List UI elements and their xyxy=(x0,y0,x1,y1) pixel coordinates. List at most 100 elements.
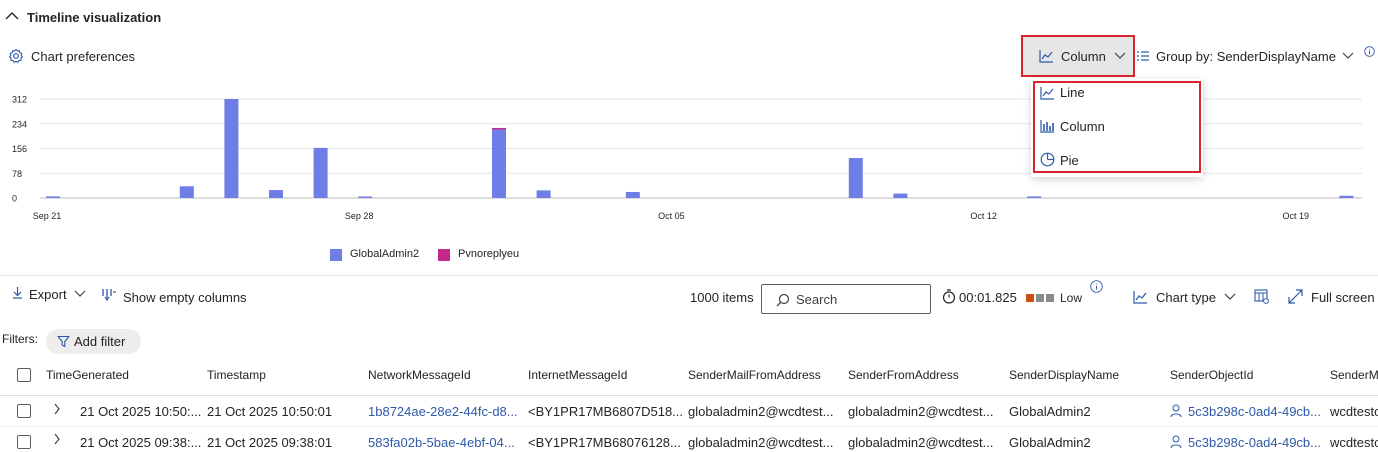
menu-item-line[interactable]: Line xyxy=(1031,79,1203,112)
column-header[interactable]: Timestamp xyxy=(207,368,266,382)
menu-item-line-label: Line xyxy=(1060,85,1085,100)
line-chart-icon xyxy=(1133,290,1148,304)
x-tick-label: Oct 19 xyxy=(1283,211,1310,221)
table-row[interactable]: 21 Oct 2025 10:50:... 21 Oct 2025 10:50:… xyxy=(0,396,1378,426)
search-box[interactable]: Search xyxy=(761,284,931,314)
group-list-icon xyxy=(1136,50,1150,62)
chevron-right-icon[interactable] xyxy=(53,433,61,445)
column-header[interactable]: TimeGenerated xyxy=(46,368,129,382)
chart-bar xyxy=(46,196,60,198)
expand-icon[interactable] xyxy=(1288,289,1303,304)
cell-senderdisplayname: GlobalAdmin2 xyxy=(1009,404,1091,419)
chart-bar xyxy=(492,129,506,198)
group-by-dropdown[interactable]: Group by: SenderDisplayName xyxy=(1156,49,1336,64)
menu-item-pie-label: Pie xyxy=(1060,153,1079,168)
pie-chart-icon xyxy=(1040,152,1055,167)
cell-sendermailfromdomain: wcdtesto xyxy=(1330,435,1378,450)
full-screen-button[interactable]: Full screen xyxy=(1311,290,1375,305)
show-columns-icon xyxy=(101,288,117,302)
search-icon xyxy=(776,293,790,307)
query-timer: 00:01.825 xyxy=(959,290,1017,305)
cell-senderobjectid[interactable]: 5c3b298c-0ad4-49cb... xyxy=(1188,404,1321,419)
menu-item-column[interactable]: Column xyxy=(1031,112,1203,145)
stopwatch-icon xyxy=(942,289,956,304)
y-tick-label: 234 xyxy=(12,119,27,129)
chart-bar xyxy=(269,190,283,198)
legend-label-pvnoreplyeu[interactable]: Pvnoreplyeu xyxy=(458,248,519,260)
cell-timegenerated: 21 Oct 2025 10:50:... xyxy=(80,404,202,419)
chart-type-button[interactable]: Chart type xyxy=(1156,290,1216,305)
cell-networkmessageid[interactable]: 1b8724ae-28e2-44fc-d8... xyxy=(368,404,518,419)
chart-bar xyxy=(1339,195,1354,198)
select-all-checkbox[interactable] xyxy=(17,368,31,382)
chart-type-menu: Line Column Pie xyxy=(1031,79,1203,177)
cell-senderobjectid[interactable]: 5c3b298c-0ad4-49cb... xyxy=(1188,435,1321,450)
person-icon xyxy=(1170,435,1182,449)
y-tick-label: 0 xyxy=(12,194,17,204)
legend-swatch-globaladmin2 xyxy=(330,249,342,261)
x-tick-label: Oct 05 xyxy=(658,211,685,221)
column-header[interactable]: InternetMessageId xyxy=(528,368,627,382)
chart-bar xyxy=(358,196,373,198)
x-tick-label: Sep 21 xyxy=(33,211,62,221)
column-header[interactable]: SenderDisplayName xyxy=(1009,368,1119,382)
column-header[interactable]: SenderObjectId xyxy=(1170,368,1253,382)
items-count: 1000 items xyxy=(690,290,754,305)
performance-label: Low xyxy=(1060,291,1083,305)
chevron-right-icon[interactable] xyxy=(53,403,61,415)
x-tick-label: Oct 12 xyxy=(970,211,997,221)
chevron-up-icon[interactable] xyxy=(5,11,19,21)
chevron-down-icon[interactable] xyxy=(1224,293,1236,301)
chevron-down-icon xyxy=(1114,52,1126,60)
chevron-down-icon[interactable] xyxy=(74,290,86,298)
chart-bar xyxy=(492,127,506,130)
chart-bar xyxy=(625,191,640,198)
cell-senderfromaddress: globaladmin2@wcdtest... xyxy=(848,435,994,450)
chart-type-label: Column xyxy=(1061,49,1106,64)
chart-preferences-button[interactable]: Chart preferences xyxy=(31,49,135,64)
cell-internetmessageid: <BY1PR17MB68076128... xyxy=(528,435,681,450)
info-icon[interactable] xyxy=(1364,46,1375,57)
menu-item-pie[interactable]: Pie xyxy=(1031,145,1203,178)
chart-bar xyxy=(224,99,239,198)
line-chart-icon xyxy=(1039,49,1054,63)
cell-networkmessageid[interactable]: 583fa02b-5bae-4ebf-04... xyxy=(368,435,515,450)
chart-type-dropdown-button[interactable]: Column xyxy=(1021,35,1135,77)
chart-bar xyxy=(536,190,551,198)
show-empty-columns-button[interactable]: Show empty columns xyxy=(123,290,247,305)
legend-swatch-pvnoreplyeu xyxy=(438,249,450,261)
cell-timestamp: 21 Oct 2025 09:38:01 xyxy=(207,435,333,450)
column-header[interactable]: SenderMailFromAddress xyxy=(688,368,821,382)
info-icon[interactable] xyxy=(1090,280,1103,293)
chart-bar xyxy=(1027,196,1042,198)
gear-icon[interactable] xyxy=(8,48,24,64)
cell-timegenerated: 21 Oct 2025 09:38:... xyxy=(80,435,202,450)
chart-bar xyxy=(848,158,863,198)
cell-sendermailfromaddress: globaladmin2@wcdtest... xyxy=(688,404,834,419)
row-checkbox[interactable] xyxy=(17,435,31,449)
cell-timestamp: 21 Oct 2025 10:50:01 xyxy=(207,404,333,419)
x-tick-label: Sep 28 xyxy=(345,211,374,221)
divider xyxy=(0,275,1378,276)
filters-label: Filters: xyxy=(2,332,38,346)
column-header[interactable]: NetworkMessageId xyxy=(368,368,471,382)
cell-sendermailfromdomain: wcdtesto xyxy=(1330,404,1378,419)
y-tick-label: 312 xyxy=(12,95,27,105)
cell-senderdisplayname: GlobalAdmin2 xyxy=(1009,435,1091,450)
legend-label-globaladmin2[interactable]: GlobalAdmin2 xyxy=(350,248,419,260)
column-header[interactable]: SenderMa xyxy=(1330,368,1378,382)
table-row[interactable]: 21 Oct 2025 09:38:... 21 Oct 2025 09:38:… xyxy=(0,427,1378,452)
y-tick-label: 156 xyxy=(12,144,27,154)
chart-bar xyxy=(893,193,908,198)
export-button[interactable]: Export xyxy=(29,287,67,302)
column-settings-icon[interactable] xyxy=(1254,289,1270,305)
filter-icon xyxy=(57,335,70,348)
add-filter-button[interactable]: Add filter xyxy=(46,329,141,354)
column-header[interactable]: SenderFromAddress xyxy=(848,368,959,382)
chevron-down-icon[interactable] xyxy=(1342,52,1354,60)
add-filter-label: Add filter xyxy=(74,334,126,349)
performance-bars-icon xyxy=(1026,294,1054,302)
search-placeholder: Search xyxy=(796,292,838,307)
row-checkbox[interactable] xyxy=(17,404,31,418)
line-chart-icon xyxy=(1040,86,1055,100)
